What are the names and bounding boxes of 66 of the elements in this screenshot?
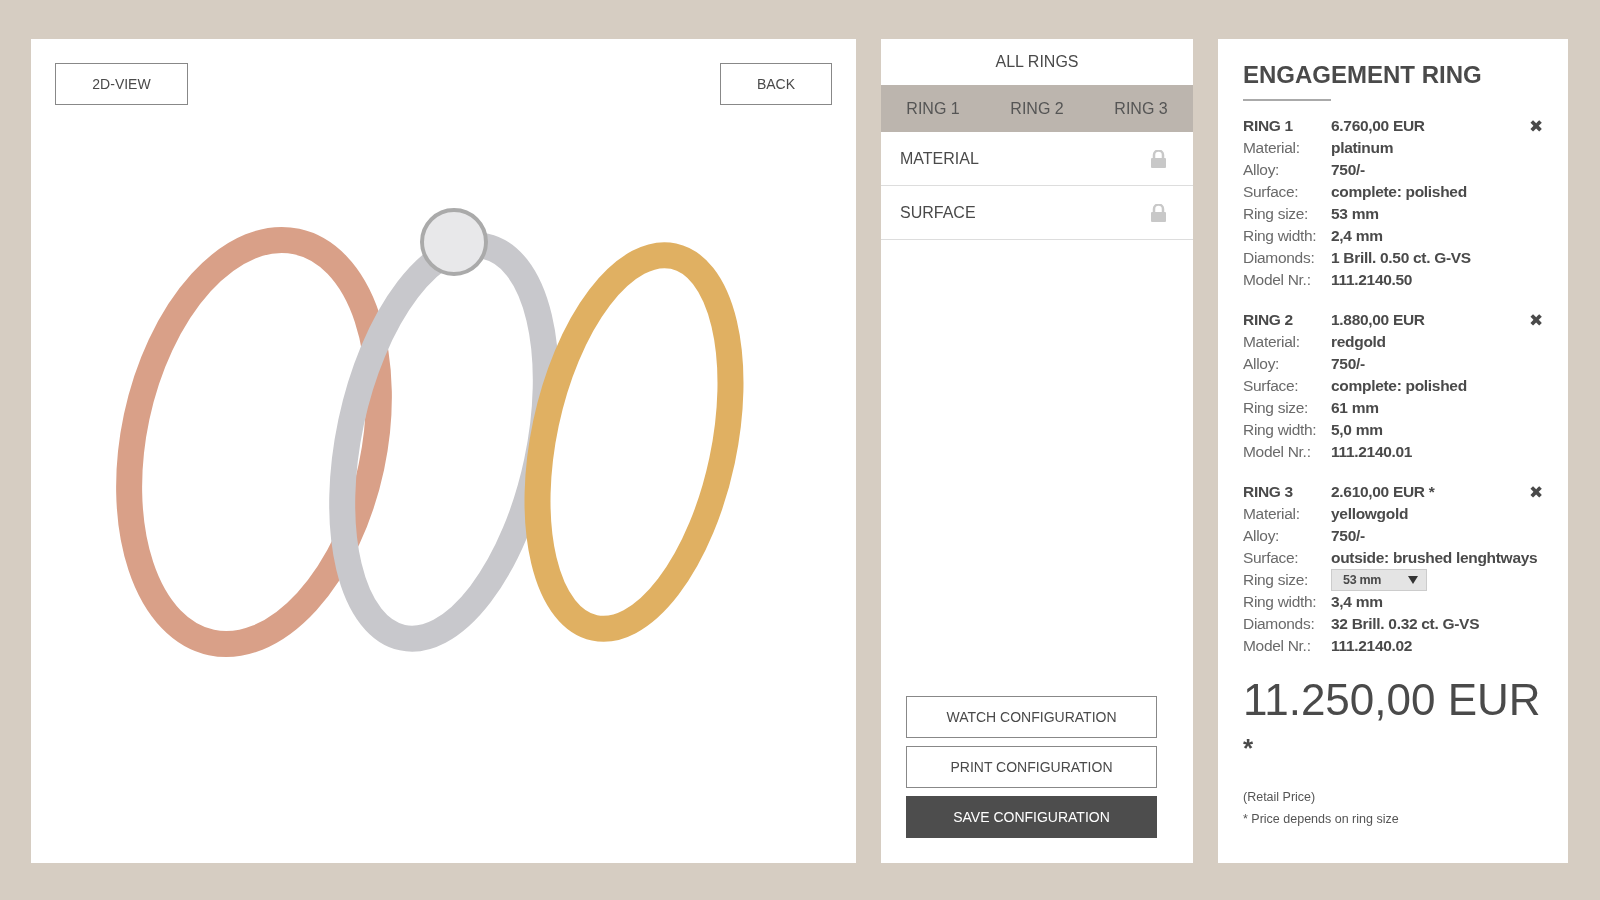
detail-label: Ring width: (1243, 593, 1318, 611)
remove-icon[interactable]: ✖ (1529, 115, 1543, 137)
detail-value: complete: polished (1331, 377, 1467, 395)
detail-value: 750/- (1331, 355, 1365, 373)
detail-value: redgold (1331, 333, 1386, 351)
detail-value: 53 mm (1331, 205, 1379, 223)
detail-value: yellowgold (1331, 505, 1409, 523)
ring-tab[interactable]: RING 1 (881, 85, 985, 132)
detail-value: 3,4 mm (1331, 593, 1383, 611)
price-note: * Price depends on ring size (1243, 811, 1400, 828)
detail-label: Ring width: (1243, 421, 1318, 439)
detail-label: Alloy: (1243, 355, 1281, 373)
detail-value: 111.2140.02 (1331, 637, 1413, 655)
ring-name: RING 2 (1243, 311, 1294, 329)
retail-note: (Retail Price) (1243, 789, 1317, 806)
detail-value: 61 mm (1331, 399, 1379, 417)
caret-icon (1408, 576, 1418, 584)
ring-price: 2.610,00 EUR * (1331, 483, 1435, 501)
ring-size-dropdown[interactable]: 53 mm (1331, 569, 1427, 591)
detail-label: Alloy: (1243, 161, 1281, 179)
detail-label: Diamonds: (1243, 615, 1316, 633)
detail-label: Alloy: (1243, 527, 1281, 545)
detail-label: Model Nr.: (1243, 443, 1312, 461)
remove-icon[interactable]: ✖ (1529, 481, 1543, 503)
detail-value: outside: brushed lenghtways (1331, 549, 1538, 567)
option-item[interactable]: MATERIAL (881, 132, 1193, 186)
option-item[interactable]: SURFACE (881, 186, 1193, 240)
ring-name: RING 1 (1243, 117, 1294, 135)
configuration-button[interactable]: SAVE CONFIGURATION (906, 796, 1157, 838)
detail-value: 111.2140.50 (1331, 271, 1413, 289)
detail-value: platinum (1331, 139, 1394, 157)
detail-value: 2,4 mm (1331, 227, 1383, 245)
ring-price: 1.880,00 EUR (1331, 311, 1425, 329)
detail-label: Surface: (1243, 549, 1300, 567)
detail-value: 750/- (1331, 161, 1365, 179)
2d-view-button[interactable]: 2D-VIEW (55, 63, 188, 105)
detail-label: Surface: (1243, 183, 1300, 201)
detail-value: 111.2140.01 (1331, 443, 1413, 461)
detail-label: Material: (1243, 333, 1301, 351)
configuration-button[interactable]: PRINT CONFIGURATION (906, 746, 1157, 788)
detail-value: 32 Brill. 0.32 ct. G-VS (1331, 615, 1480, 633)
detail-label: Material: (1243, 505, 1301, 523)
detail-label: Model Nr.: (1243, 637, 1312, 655)
detail-label: Surface: (1243, 377, 1300, 395)
ring-tab[interactable]: RING 2 (985, 85, 1089, 132)
remove-icon[interactable]: ✖ (1529, 309, 1543, 331)
ring-price: 6.760,00 EUR (1331, 117, 1425, 135)
detail-value: complete: polished (1331, 183, 1467, 201)
configuration-button[interactable]: WATCH CONFIGURATION (906, 696, 1157, 738)
asterisk-mark: * (1243, 733, 1255, 764)
detail-label: Ring width: (1243, 227, 1318, 245)
total-price: 11.250,00 EUR (1243, 675, 1542, 725)
ring-tab[interactable]: RING 3 (1089, 85, 1193, 132)
detail-label: Diamonds: (1243, 249, 1316, 267)
detail-label: Ring size: (1243, 205, 1310, 223)
ring-name: RING 3 (1243, 483, 1294, 501)
detail-label: Ring size: (1243, 399, 1310, 417)
detail-value: 1 Brill. 0.50 ct. G-VS (1331, 249, 1471, 267)
detail-value: 750/- (1331, 527, 1365, 545)
detail-label: Model Nr.: (1243, 271, 1312, 289)
summary-title: ENGAGEMENT RING (1243, 61, 1483, 89)
panel-title: ALL RINGS (994, 52, 1080, 72)
detail-label: Ring size: (1243, 571, 1310, 589)
back-button[interactable]: BACK (720, 63, 832, 105)
detail-value: 5,0 mm (1331, 421, 1383, 439)
detail-label: Material: (1243, 139, 1301, 157)
